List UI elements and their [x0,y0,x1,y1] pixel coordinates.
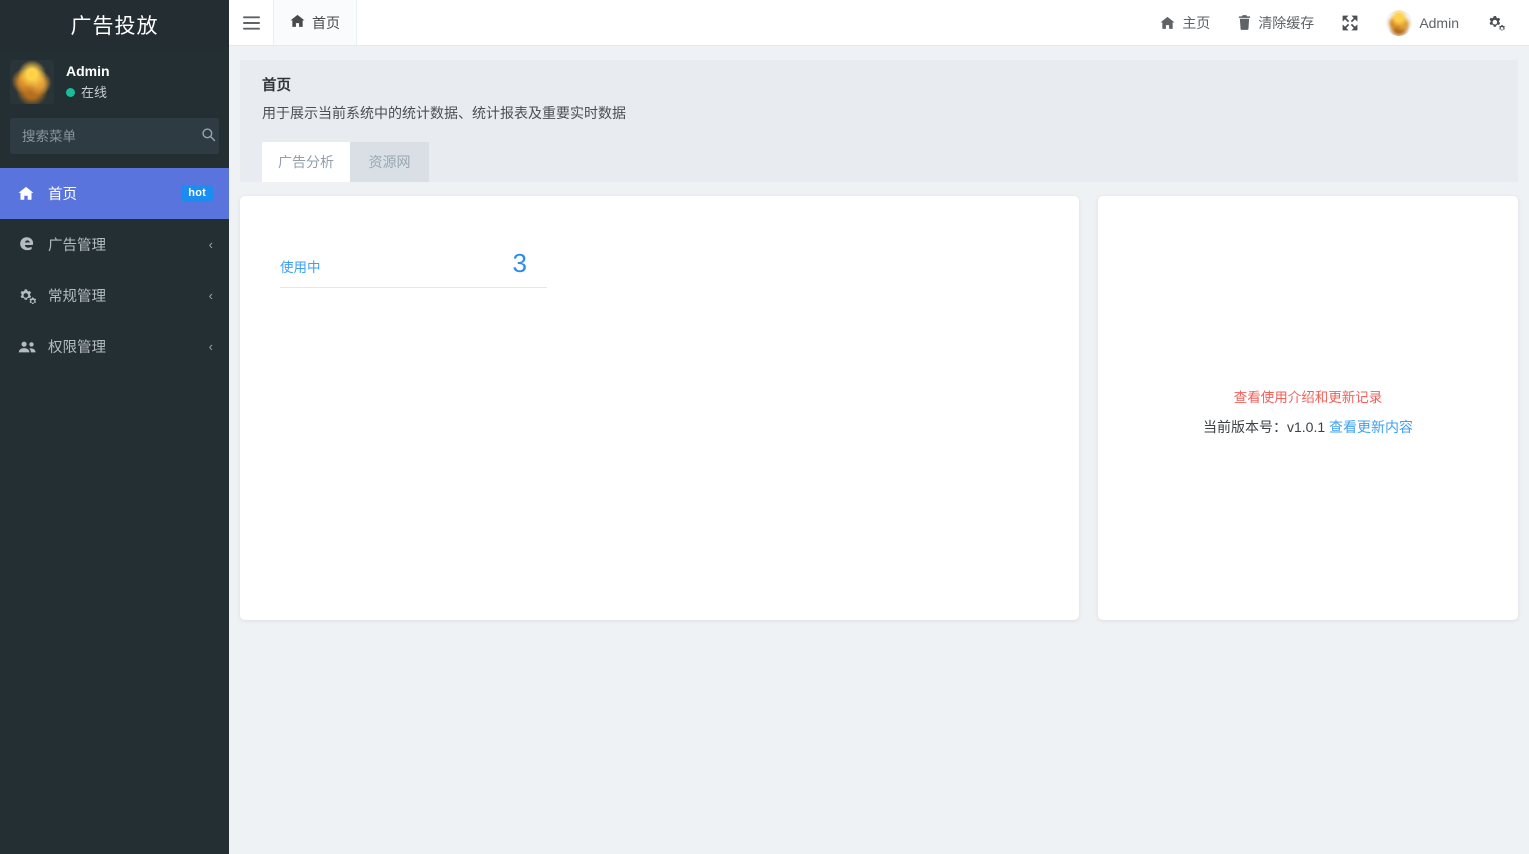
sidebar-item-label: 权限管理 [48,336,209,357]
search-icon[interactable] [201,127,216,145]
online-status-dot [66,88,75,97]
stat-divider [280,287,547,288]
view-update-content-link[interactable]: 查看更新内容 [1329,419,1413,435]
search-input[interactable] [20,128,201,145]
sidebar-item-general-management[interactable]: 常规管理 ‹ [0,270,229,321]
user-menu-label: Admin [1419,15,1459,31]
home-icon [290,14,305,31]
user-menu[interactable]: Admin [1372,0,1473,45]
home-action[interactable]: 主页 [1146,0,1224,45]
sidebar-item-label: 广告管理 [48,234,209,255]
user-meta: Admin 在线 [66,62,110,101]
page-subtitle: 用于展示当前系统中的统计数据、统计报表及重要实时数据 [262,103,1496,123]
hot-badge: hot [181,185,213,202]
sidebar-item-home[interactable]: 首页 hot [0,168,229,219]
version-block: 查看使用介绍和更新记录 当前版本号：v1.0.1 查看更新内容 [1098,386,1518,437]
clear-cache-action[interactable]: 清除缓存 [1224,0,1328,45]
trash-icon [1238,15,1251,30]
version-line: 当前版本号：v1.0.1 查看更新内容 [1098,417,1518,437]
settings-action[interactable] [1473,0,1519,45]
user-status-label: 在线 [81,84,107,102]
top-navigation-bar: 首页 主页 清除缓存 [229,0,1529,46]
topbar-tab-label: 首页 [312,13,340,33]
sidebar-user-block[interactable]: Admin 在线 [0,50,229,114]
users-icon [18,340,38,354]
intro-and-changelog-link[interactable]: 查看使用介绍和更新记录 [1234,386,1383,406]
app-title: 广告投放 [71,10,159,40]
user-name: Admin [66,62,110,81]
chevron-left-icon: ‹ [209,340,213,353]
sidebar-logo-area[interactable]: 广告投放 [0,0,229,50]
hamburger-menu-icon[interactable] [229,0,273,45]
chevron-left-icon: ‹ [209,238,213,251]
menu-search-box[interactable] [10,118,219,154]
gear-settings-icon [1487,15,1505,31]
page-title: 首页 [262,74,1496,95]
avatar [1386,10,1412,36]
clear-cache-label: 清除缓存 [1258,13,1314,33]
version-prefix-label: 当前版本号： [1203,419,1287,435]
chevron-left-icon: ‹ [209,289,213,302]
stat-in-use: 使用中 3 [260,218,527,287]
sidebar-item-label: 首页 [48,183,181,204]
topbar-spacer [357,0,1146,45]
topbar-actions: 主页 清除缓存 Admin [1146,0,1529,45]
home-icon [18,186,38,201]
ad-analysis-card: 使用中 3 [240,196,1079,620]
fullscreen-action[interactable] [1328,0,1372,45]
tab-resource-network[interactable]: 资源网 [350,142,429,182]
home-action-label: 主页 [1182,13,1210,33]
tab-ad-analysis[interactable]: 广告分析 [262,142,350,182]
main-content: 首页 用于展示当前系统中的统计数据、统计报表及重要实时数据 广告分析 资源网 使… [229,46,1529,854]
version-number: v1.0.1 [1287,419,1325,435]
version-card: 查看使用介绍和更新记录 当前版本号：v1.0.1 查看更新内容 [1098,196,1518,620]
home-icon [1160,16,1175,30]
stat-value: 3 [513,248,527,279]
sidebar: 广告投放 Admin 在线 首页 ho [0,0,229,854]
page-header-panel: 首页 用于展示当前系统中的统计数据、统计报表及重要实时数据 广告分析 资源网 [240,60,1518,182]
avatar [10,60,54,104]
stat-label[interactable]: 使用中 [280,256,321,276]
sidebar-item-label: 常规管理 [48,285,209,306]
cards-row: 使用中 3 查看使用介绍和更新记录 当前版本号：v1.0.1 查看更新内容 [240,196,1518,620]
sidebar-item-permission-management[interactable]: 权限管理 ‹ [0,321,229,372]
fullscreen-icon [1342,15,1358,31]
topbar-tab-home[interactable]: 首页 [273,0,357,45]
sidebar-menu: 首页 hot 广告管理 ‹ 常规管理 ‹ [0,168,229,372]
tab-bar: 广告分析 资源网 [262,142,1496,182]
gears-icon [18,288,38,304]
sidebar-item-ad-management[interactable]: 广告管理 ‹ [0,219,229,270]
edge-browser-icon [18,236,38,253]
user-status: 在线 [66,84,110,102]
